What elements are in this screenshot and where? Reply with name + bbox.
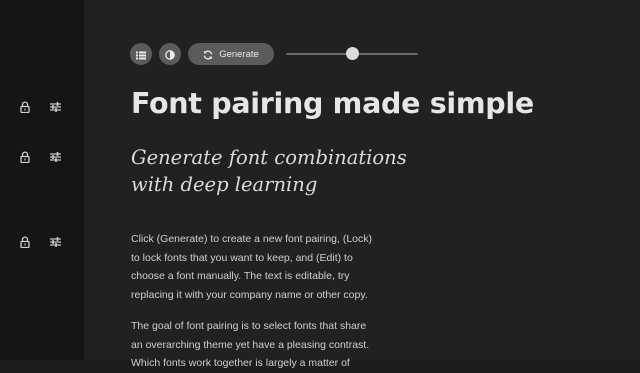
contrast-slider[interactable] xyxy=(286,43,418,65)
sidebar-row-body xyxy=(20,233,64,249)
subheading-line: Generate font combinations xyxy=(131,146,407,169)
generate-button[interactable]: Generate xyxy=(188,43,274,65)
sidebar xyxy=(0,0,84,360)
paragraph-line: to lock fonts that you want to keep, and… xyxy=(131,251,353,264)
page-heading[interactable]: Font pairing made simple xyxy=(131,87,534,120)
sliders-icon[interactable] xyxy=(50,98,61,112)
lock-icon[interactable] xyxy=(20,98,30,114)
paragraph-line: Which fonts work together is largely a m… xyxy=(131,357,350,369)
sliders-icon[interactable] xyxy=(50,148,61,162)
list-icon xyxy=(136,45,146,64)
sidebar-row-heading xyxy=(20,98,64,114)
contrast-icon xyxy=(165,45,175,64)
toolbar: Generate xyxy=(130,43,430,65)
paragraph-line: choose a font manually. The text is edit… xyxy=(131,270,350,282)
subheading-line: with deep learning xyxy=(131,173,318,196)
generate-button-label: Generate xyxy=(219,48,259,60)
sidebar-row-subheading xyxy=(20,148,64,164)
lock-icon[interactable] xyxy=(20,233,30,249)
contrast-toggle-button[interactable] xyxy=(159,43,181,65)
lock-icon[interactable] xyxy=(20,148,30,164)
paragraph-line: an overarching theme yet have a pleasing… xyxy=(131,338,370,351)
paragraph-line: Click (Generate) to create a new font pa… xyxy=(131,233,373,245)
refresh-icon xyxy=(203,45,213,64)
body-paragraph[interactable]: The goal of font pairing is to select fo… xyxy=(131,317,431,373)
slider-thumb[interactable] xyxy=(346,47,359,60)
sliders-icon[interactable] xyxy=(50,233,61,247)
page-subheading[interactable]: Generate font combinations with deep lea… xyxy=(131,144,407,198)
paragraph-line: The goal of font pairing is to select fo… xyxy=(131,320,367,332)
list-view-button[interactable] xyxy=(130,43,152,65)
paragraph-line: replacing it with your company name or o… xyxy=(131,288,368,301)
main-panel: Generate Font pairing made simple Genera… xyxy=(84,0,640,369)
body-paragraph[interactable]: Click (Generate) to create a new font pa… xyxy=(131,230,431,304)
